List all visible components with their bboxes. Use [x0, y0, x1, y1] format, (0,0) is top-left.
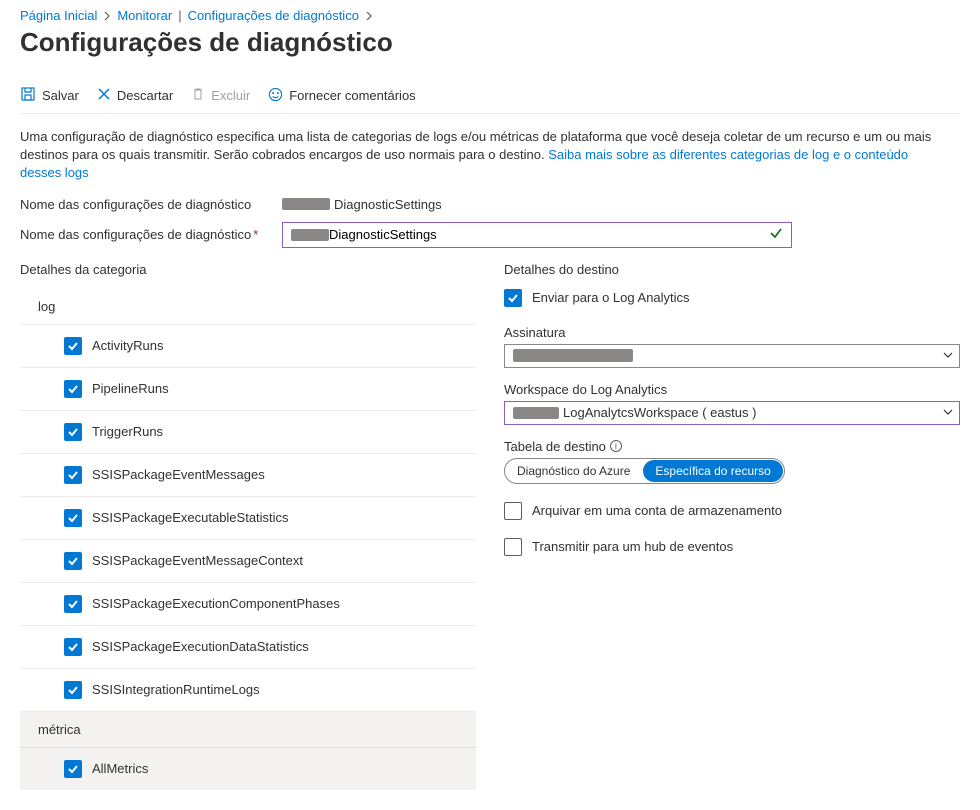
- workspace-value: LogAnalytcsWorkspace ( eastus ): [563, 405, 756, 420]
- info-icon[interactable]: i: [610, 440, 622, 452]
- name-label-readonly: Nome das configurações de diagnóstico: [20, 197, 270, 212]
- save-label: Salvar: [42, 88, 79, 103]
- log-item: TriggerRuns: [20, 411, 476, 454]
- log-item-label: SSISPackageEventMessageContext: [92, 553, 303, 568]
- save-icon: [20, 86, 36, 105]
- toggle-resource-specific[interactable]: Específica do recurso: [643, 460, 782, 482]
- checkbox-log[interactable]: [64, 681, 82, 699]
- checkmark-valid-icon: [769, 226, 783, 243]
- redacted-prefix-input: [291, 229, 329, 241]
- log-item-label: SSISIntegrationRuntimeLogs: [92, 682, 260, 697]
- log-item: SSISIntegrationRuntimeLogs: [20, 669, 476, 712]
- breadcrumb-diag[interactable]: Configurações de diagnóstico: [188, 8, 359, 23]
- category-heading: Detalhes da categoria: [20, 262, 476, 277]
- feedback-label: Fornecer comentários: [289, 88, 415, 103]
- breadcrumb: Página Inicial Monitorar | Configurações…: [20, 8, 960, 23]
- workspace-label: Workspace do Log Analytics: [504, 382, 960, 397]
- name-input[interactable]: [329, 227, 769, 242]
- workspace-redacted: [513, 407, 559, 419]
- trash-icon: [191, 87, 205, 104]
- target-table-toggle[interactable]: Diagnóstico do Azure Específica do recur…: [504, 458, 785, 484]
- chevron-down-icon: [943, 405, 953, 420]
- name-readonly-suffix: DiagnosticSettings: [334, 197, 442, 212]
- discard-button[interactable]: Descartar: [97, 87, 173, 104]
- target-table-label: Tabela de destino i: [504, 439, 960, 454]
- log-item: SSISPackageEventMessageContext: [20, 540, 476, 583]
- checkbox-metric[interactable]: [64, 760, 82, 778]
- log-item-label: SSISPackageEventMessages: [92, 467, 265, 482]
- breadcrumb-home[interactable]: Página Inicial: [20, 8, 97, 23]
- feedback-button[interactable]: Fornecer comentários: [268, 87, 415, 105]
- checkbox-log[interactable]: [64, 423, 82, 441]
- chevron-right-icon: [365, 12, 373, 20]
- checkbox-log[interactable]: [64, 552, 82, 570]
- archive-storage-label: Arquivar em uma conta de armazenamento: [532, 503, 782, 518]
- log-item: SSISPackageEventMessages: [20, 454, 476, 497]
- chevron-down-icon: [943, 348, 953, 363]
- toggle-azure-diagnostics[interactable]: Diagnóstico do Azure: [505, 460, 642, 482]
- subscription-redacted: [513, 349, 633, 362]
- smile-icon: [268, 87, 283, 105]
- close-icon: [97, 87, 111, 104]
- log-item-label: SSISPackageExecutionDataStatistics: [92, 639, 309, 654]
- destination-details: Detalhes do destino Enviar para o Log An…: [504, 262, 960, 790]
- breadcrumb-monitor[interactable]: Monitorar: [117, 8, 172, 23]
- workspace-select[interactable]: LogAnalytcsWorkspace ( eastus ): [504, 401, 960, 425]
- name-label-input: Nome das configurações de diagnóstico*: [20, 227, 270, 242]
- checkbox-log[interactable]: [64, 595, 82, 613]
- category-details: Detalhes da categoria log ActivityRuns Pi…: [20, 262, 476, 790]
- checkbox-send-log-analytics[interactable]: [504, 289, 522, 307]
- checkbox-log[interactable]: [64, 509, 82, 527]
- subscription-label: Assinatura: [504, 325, 960, 340]
- log-item-label: SSISPackageExecutionComponentPhases: [92, 596, 340, 611]
- name-input-wrapper[interactable]: [282, 222, 792, 248]
- chevron-right-icon: [103, 12, 111, 20]
- stream-eventhub-label: Transmitir para um hub de eventos: [532, 539, 733, 554]
- checkbox-log[interactable]: [64, 337, 82, 355]
- log-item-label: SSISPackageExecutableStatistics: [92, 510, 289, 525]
- checkbox-log[interactable]: [64, 380, 82, 398]
- metric-heading: métrica: [20, 712, 476, 748]
- log-item-label: ActivityRuns: [92, 338, 164, 353]
- checkbox-log[interactable]: [64, 466, 82, 484]
- log-item-label: TriggerRuns: [92, 424, 163, 439]
- log-item: ActivityRuns: [20, 325, 476, 368]
- log-item: PipelineRuns: [20, 368, 476, 411]
- subscription-select[interactable]: [504, 344, 960, 368]
- log-item-label: PipelineRuns: [92, 381, 169, 396]
- name-readonly-value: DiagnosticSettings: [282, 197, 442, 212]
- delete-button: Excluir: [191, 87, 250, 104]
- delete-label: Excluir: [211, 88, 250, 103]
- log-heading: log: [20, 289, 476, 325]
- toolbar: Salvar Descartar Excluir Fornecer coment…: [20, 78, 960, 114]
- send-log-analytics-label: Enviar para o Log Analytics: [532, 290, 690, 305]
- metric-item: AllMetrics: [20, 748, 476, 790]
- destination-heading: Detalhes do destino: [504, 262, 960, 277]
- checkbox-archive-storage[interactable]: [504, 502, 522, 520]
- checkbox-log[interactable]: [64, 638, 82, 656]
- metric-item-label: AllMetrics: [92, 761, 148, 776]
- checkbox-stream-eventhub[interactable]: [504, 538, 522, 556]
- description-text: Uma configuração de diagnóstico especifi…: [20, 128, 940, 183]
- log-item: SSISPackageExecutableStatistics: [20, 497, 476, 540]
- page-title: Configurações de diagnóstico: [20, 27, 960, 58]
- discard-label: Descartar: [117, 88, 173, 103]
- redacted-prefix: [282, 198, 330, 210]
- log-item: SSISPackageExecutionDataStatistics: [20, 626, 476, 669]
- log-item: SSISPackageExecutionComponentPhases: [20, 583, 476, 626]
- save-button[interactable]: Salvar: [20, 86, 79, 105]
